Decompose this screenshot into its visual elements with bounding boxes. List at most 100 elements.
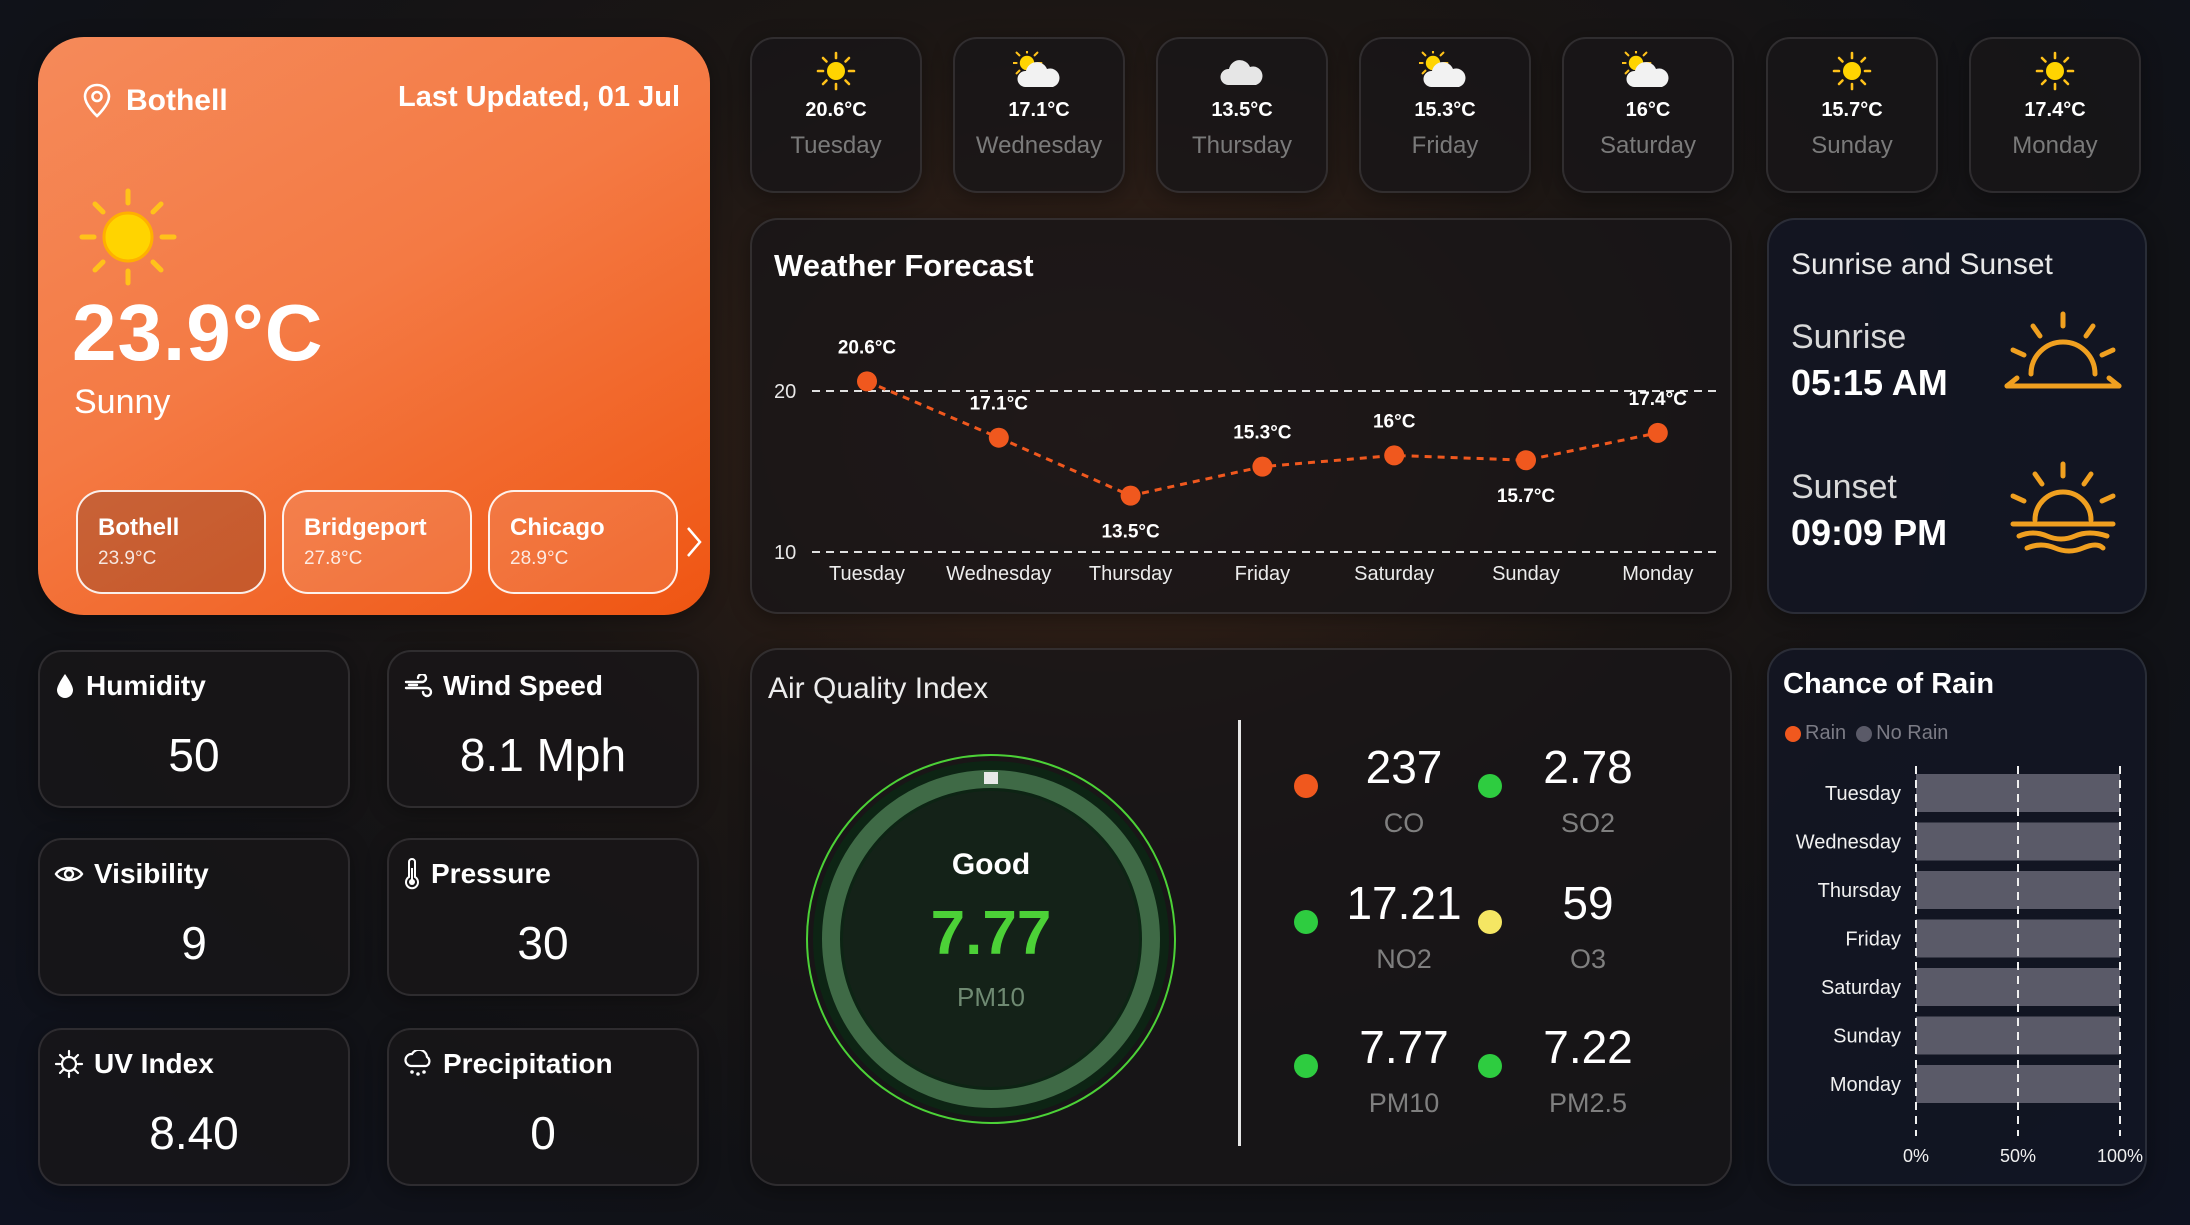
weather-forecast-card: Weather Forecast 10 20 20.6°C Tuesday 17.1°C… bbox=[750, 218, 1732, 614]
pollutant-pm25: 7.22 PM2.5 bbox=[1508, 1020, 1668, 1119]
humidity-value: 50 bbox=[168, 729, 220, 781]
sunrise-time: 05:15 AM bbox=[1791, 362, 1948, 403]
category-label: Thursday bbox=[1818, 880, 1901, 902]
day-card-monday[interactable]: 17.4°C Monday bbox=[1969, 37, 2141, 193]
precipitation-card: Precipitation 0 bbox=[387, 1028, 699, 1186]
day-card-tuesday[interactable]: 20.6°C Tuesday bbox=[750, 37, 922, 193]
category-label: Friday bbox=[1845, 929, 1901, 951]
x-tick-label: Thursday bbox=[1089, 563, 1172, 585]
rain-bar-no-rain[interactable] bbox=[1916, 968, 2120, 1006]
pollutant-o3: 59 O3 bbox=[1508, 876, 1668, 975]
uv-index-card: UV Index 8.40 bbox=[38, 1028, 350, 1186]
chevron-right-icon[interactable] bbox=[684, 525, 704, 568]
city-card-bridgeport[interactable]: Bridgeport 27.8°C bbox=[282, 490, 472, 594]
city-name: Chicago bbox=[510, 514, 605, 541]
current-condition: Sunny bbox=[74, 383, 171, 421]
gauge-marker bbox=[984, 772, 998, 784]
data-point[interactable] bbox=[1516, 450, 1536, 471]
day-card-wednesday[interactable]: 17.1°C Wednesday bbox=[953, 37, 1125, 193]
day-card-friday[interactable]: 15.3°C Friday bbox=[1359, 37, 1531, 193]
pollutant-name: CO bbox=[1383, 808, 1425, 838]
pressure-header: Pressure bbox=[403, 858, 551, 890]
aqi-metric: PM10 bbox=[957, 982, 1025, 1012]
x-tick-label: Sunday bbox=[1492, 563, 1560, 585]
data-point[interactable] bbox=[988, 427, 1009, 448]
rain-cloud-icon bbox=[404, 1050, 431, 1076]
pollutant-value: 237 bbox=[1365, 741, 1443, 793]
precipitation-value: 0 bbox=[530, 1107, 556, 1159]
pollutant-status-dot bbox=[1294, 1054, 1318, 1078]
data-label: 16°C bbox=[1373, 411, 1416, 432]
day-temp: 20.6°C bbox=[805, 99, 867, 121]
visibility-header: Visibility bbox=[54, 858, 209, 890]
day-card-sunday[interactable]: 15.7°C Sunday bbox=[1766, 37, 1938, 193]
aqi-divider bbox=[1238, 720, 1241, 1146]
humidity-label: Humidity bbox=[86, 670, 206, 701]
city-list: Bothell 23.9°C Bridgeport 27.8°C Chicago… bbox=[76, 490, 678, 594]
data-point[interactable] bbox=[1252, 456, 1273, 477]
day-temp: 17.4°C bbox=[2024, 99, 2086, 121]
pollutant-so2: 2.78 SO2 bbox=[1508, 740, 1668, 839]
pollutant-status-dot bbox=[1478, 774, 1502, 798]
day-card-saturday[interactable]: 16°C Saturday bbox=[1562, 37, 1734, 193]
sunset-label: Sunset bbox=[1791, 468, 1897, 506]
thermometer-icon bbox=[405, 858, 419, 890]
humidity-header: Humidity bbox=[54, 670, 206, 702]
day-name: Tuesday bbox=[790, 132, 882, 159]
air-quality-card: Air Quality Index Good 7.77 PM10 237 CO 2.… bbox=[750, 648, 1732, 1186]
pollutant-name: SO2 bbox=[1560, 808, 1616, 838]
category-label: Saturday bbox=[1821, 977, 1901, 999]
uv-index-label: UV Index bbox=[94, 1048, 214, 1079]
day-temp: 13.5°C bbox=[1211, 99, 1273, 121]
pressure-value: 30 bbox=[517, 917, 569, 969]
data-label: 15.3°C bbox=[1233, 423, 1292, 444]
rain-bar-no-rain[interactable] bbox=[1916, 1065, 2120, 1103]
sunrise-sunset-card: Sunrise and Sunset Sunrise 05:15 AM Suns… bbox=[1767, 218, 2147, 614]
aqi-value: 7.77 bbox=[930, 899, 1052, 968]
category-label: Sunday bbox=[1833, 1026, 1901, 1048]
city-card-chicago[interactable]: Chicago 28.9°C bbox=[488, 490, 678, 594]
pressure-card: Pressure 30 bbox=[387, 838, 699, 996]
pollutant-name: PM2.5 bbox=[1548, 1088, 1628, 1118]
partly-cloudy-icon bbox=[955, 51, 1123, 89]
precipitation-header: Precipitation bbox=[403, 1048, 613, 1080]
pollutant-status-dot bbox=[1478, 1054, 1502, 1078]
data-point[interactable] bbox=[1647, 422, 1668, 443]
data-point[interactable] bbox=[1120, 485, 1141, 506]
rain-bar-no-rain[interactable] bbox=[1916, 871, 2120, 909]
partly-cloudy-icon bbox=[1361, 51, 1529, 89]
pollutant-co: 237 CO bbox=[1324, 740, 1484, 839]
cloud-icon bbox=[1158, 51, 1326, 89]
city-card-bothell[interactable]: Bothell 23.9°C bbox=[76, 490, 266, 594]
visibility-value: 9 bbox=[181, 917, 207, 969]
wind-speed-header: Wind Speed bbox=[403, 670, 603, 702]
last-updated: Last Updated, 01 Jul bbox=[397, 81, 680, 113]
day-temp: 17.1°C bbox=[1008, 99, 1070, 121]
day-name: Sunday bbox=[1811, 132, 1893, 159]
day-temp: 15.3°C bbox=[1414, 99, 1476, 121]
sunset-icon bbox=[2003, 458, 2123, 559]
sun-icon bbox=[752, 51, 920, 91]
pollutant-name: O3 bbox=[1569, 944, 1607, 974]
sun-icon bbox=[1971, 51, 2139, 91]
pollutant-value: 7.22 bbox=[1543, 1021, 1633, 1073]
rain-bar-no-rain[interactable] bbox=[1916, 774, 2120, 812]
day-name: Friday bbox=[1411, 132, 1479, 159]
city-name: Bothell bbox=[98, 514, 180, 541]
data-point[interactable] bbox=[857, 371, 877, 392]
pollutant-name: PM10 bbox=[1368, 1088, 1440, 1118]
sun-card-title: Sunrise and Sunset bbox=[1791, 248, 2053, 281]
x-tick-label: Friday bbox=[1235, 563, 1291, 585]
droplet-icon bbox=[57, 674, 73, 698]
forecast-line-chart: 10 20 20.6°C Tuesday 17.1°C Wednesday 13.5°C Th… bbox=[774, 337, 1722, 585]
precipitation-label: Precipitation bbox=[443, 1048, 613, 1079]
x-tick-label: Wednesday bbox=[946, 563, 1051, 585]
pollutant-status-dot bbox=[1294, 910, 1318, 934]
current-temperature: 23.9°C bbox=[72, 288, 324, 377]
day-card-thursday[interactable]: 13.5°C Thursday bbox=[1156, 37, 1328, 193]
data-label: 13.5°C bbox=[1101, 522, 1160, 543]
chance-of-rain-card: Chance of Rain Rain No Rain Tuesday Wedne… bbox=[1767, 648, 2147, 1186]
x-tick-label: Saturday bbox=[1354, 563, 1434, 585]
data-point[interactable] bbox=[1384, 445, 1405, 466]
category-label: Tuesday bbox=[1825, 783, 1901, 805]
